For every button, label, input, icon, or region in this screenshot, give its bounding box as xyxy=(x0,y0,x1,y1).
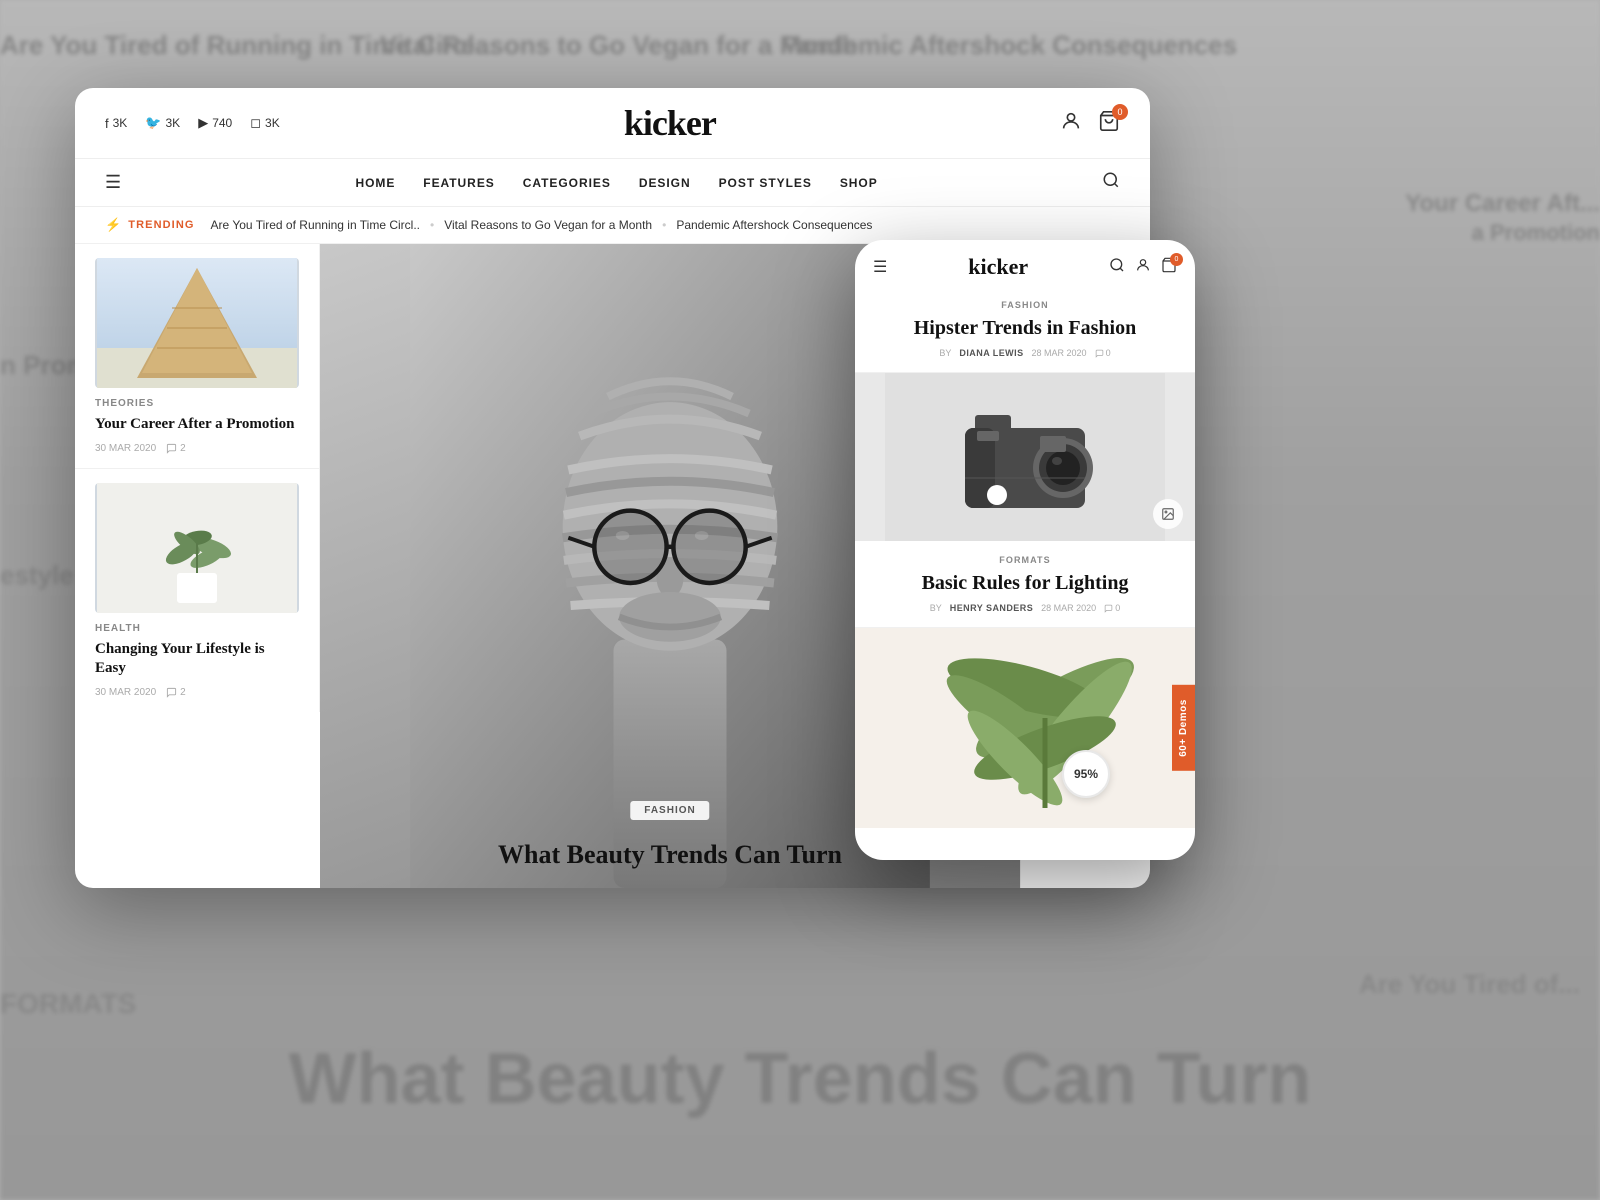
bg-bottom-big: What Beauty Trends Can Turn xyxy=(0,1038,1600,1120)
trending-dot-1: • xyxy=(430,218,434,232)
demos-button[interactable]: 60+ Demos xyxy=(1172,685,1195,771)
mobile-author-1: DIANA LEWIS xyxy=(959,348,1023,358)
mobile-by-1: BY xyxy=(939,348,951,358)
article-2-comments: 2 xyxy=(166,687,186,698)
article-2-date: 30 MAR 2020 xyxy=(95,687,156,698)
left-column: THEORIES Your Career After a Promotion 3… xyxy=(75,244,320,888)
cart-badge: 0 xyxy=(1112,104,1128,120)
nav-shop[interactable]: SHOP xyxy=(840,176,878,190)
article-2-meta: 30 MAR 2020 2 xyxy=(95,687,299,698)
twitter-link[interactable]: 🐦 3K xyxy=(145,115,180,131)
header: f 3K 🐦 3K ▶ 740 ◻ 3K kicker xyxy=(75,88,1150,159)
percentage-badge: 95% xyxy=(1062,750,1110,798)
facebook-link[interactable]: f 3K xyxy=(105,116,127,131)
article-1-category: THEORIES xyxy=(95,398,299,409)
article-card-2: HEALTH Changing Your Lifestyle is Easy 3… xyxy=(75,469,320,712)
facebook-count: 3K xyxy=(113,116,128,130)
site-logo[interactable]: kicker xyxy=(624,102,716,144)
header-actions: 0 xyxy=(1060,110,1120,137)
article-1-date: 30 MAR 2020 xyxy=(95,443,156,454)
bg-bottom-left: FORMATS xyxy=(0,988,136,1020)
bg-bottom-right: Are You Tired of... xyxy=(1359,969,1580,1000)
article-card-1: THEORIES Your Career After a Promotion 3… xyxy=(75,244,320,469)
twitter-icon: 🐦 xyxy=(145,115,161,131)
mobile-cart-icon[interactable]: 0 xyxy=(1161,257,1177,278)
trending-item-1[interactable]: Are You Tired of Running in Time Circl.. xyxy=(211,218,420,232)
article-1-title[interactable]: Your Career After a Promotion xyxy=(95,415,299,435)
article-2-category: HEALTH xyxy=(95,623,299,634)
mobile-logo[interactable]: kicker xyxy=(968,254,1028,280)
bg-right-2: a Promotion xyxy=(1472,220,1600,246)
mobile-article-1-category: FASHION xyxy=(873,300,1177,310)
mobile-article-2-meta: BY HENRY SANDERS 28 MAR 2020 0 xyxy=(873,603,1177,613)
mobile-user-icon[interactable] xyxy=(1135,257,1151,278)
article-1-comments: 2 xyxy=(166,443,186,454)
article-2-image xyxy=(95,483,299,613)
nav-home[interactable]: HOME xyxy=(355,176,395,190)
mobile-article-fashion: FASHION Hipster Trends in Fashion BY DIA… xyxy=(855,290,1195,373)
mobile-date-1: 28 MAR 2020 xyxy=(1032,348,1087,358)
cart-icon[interactable]: 0 xyxy=(1098,110,1120,137)
trending-items: Are You Tired of Running in Time Circl..… xyxy=(211,218,873,232)
camera-image xyxy=(855,373,1195,541)
mobile-hamburger[interactable]: ☰ xyxy=(873,257,887,277)
youtube-icon: ▶ xyxy=(198,115,208,131)
mobile-comment-2: 0 xyxy=(1104,603,1120,613)
user-icon[interactable] xyxy=(1060,110,1082,137)
mobile-date-2: 28 MAR 2020 xyxy=(1041,603,1096,613)
instagram-link[interactable]: ◻ 3K xyxy=(250,115,279,131)
mobile-by-2: BY xyxy=(930,603,942,613)
nav-post-styles[interactable]: POST STYLES xyxy=(719,176,812,190)
instagram-count: 3K xyxy=(265,116,280,130)
mobile-article-formats: FORMATS Basic Rules for Lighting BY HENR… xyxy=(855,541,1195,628)
hamburger-menu[interactable]: ☰ xyxy=(105,172,121,193)
mobile-comment-1: 0 xyxy=(1095,348,1111,358)
mobile-article-2-title[interactable]: Basic Rules for Lighting xyxy=(873,571,1177,595)
youtube-count: 740 xyxy=(212,116,232,130)
trending-item-2[interactable]: Vital Reasons to Go Vegan for a Month xyxy=(444,218,652,232)
mobile-search-icon[interactable] xyxy=(1109,257,1125,278)
article-1-image xyxy=(95,258,299,388)
navigation: ☰ HOME FEATURES CATEGORIES DESIGN POST S… xyxy=(75,159,1150,207)
facebook-icon: f xyxy=(105,116,109,131)
mobile-cart-badge: 0 xyxy=(1170,253,1183,266)
nav-design[interactable]: DESIGN xyxy=(639,176,691,190)
trending-bar: ⚡ TRENDING Are You Tired of Running in T… xyxy=(75,207,1150,244)
lightning-icon: ⚡ xyxy=(105,217,122,233)
youtube-link[interactable]: ▶ 740 xyxy=(198,115,232,131)
mobile-header: ☰ kicker 0 xyxy=(855,240,1195,290)
article-1-meta: 30 MAR 2020 2 xyxy=(95,443,299,454)
image-expand-icon[interactable] xyxy=(1153,499,1183,529)
trending-dot-2: • xyxy=(662,218,666,232)
nav-features[interactable]: FEATURES xyxy=(423,176,494,190)
twitter-count: 3K xyxy=(166,116,181,130)
instagram-icon: ◻ xyxy=(250,115,261,131)
mobile-card: ☰ kicker 0 FASHION Hipster Trends in Fas… xyxy=(855,240,1195,860)
mobile-header-icons: 0 xyxy=(1109,257,1177,278)
plant-section: 95% 60+ Demos xyxy=(855,628,1195,828)
mobile-article-2-category: FORMATS xyxy=(873,555,1177,565)
bg-text-3: Pandemic Aftershock Consequences xyxy=(780,30,1237,61)
mobile-article-1-meta: BY DIANA LEWIS 28 MAR 2020 0 xyxy=(873,348,1177,358)
mobile-content[interactable]: FASHION Hipster Trends in Fashion BY DIA… xyxy=(855,290,1195,860)
social-links: f 3K 🐦 3K ▶ 740 ◻ 3K xyxy=(105,115,280,131)
nav-links: HOME FEATURES CATEGORIES DESIGN POST STY… xyxy=(161,176,1072,190)
article-2-title[interactable]: Changing Your Lifestyle is Easy xyxy=(95,640,299,679)
mobile-author-2: HENRY SANDERS xyxy=(950,603,1033,613)
trending-label: ⚡ TRENDING xyxy=(105,217,195,233)
trending-item-3[interactable]: Pandemic Aftershock Consequences xyxy=(676,218,872,232)
search-icon[interactable] xyxy=(1102,171,1120,194)
percentage-value: 95% xyxy=(1074,767,1098,781)
hero-category-label: FASHION xyxy=(630,801,709,820)
nav-categories[interactable]: CATEGORIES xyxy=(523,176,611,190)
mobile-article-1-title[interactable]: Hipster Trends in Fashion xyxy=(873,316,1177,340)
bg-right-1: Your Career Aft... xyxy=(1405,190,1600,218)
